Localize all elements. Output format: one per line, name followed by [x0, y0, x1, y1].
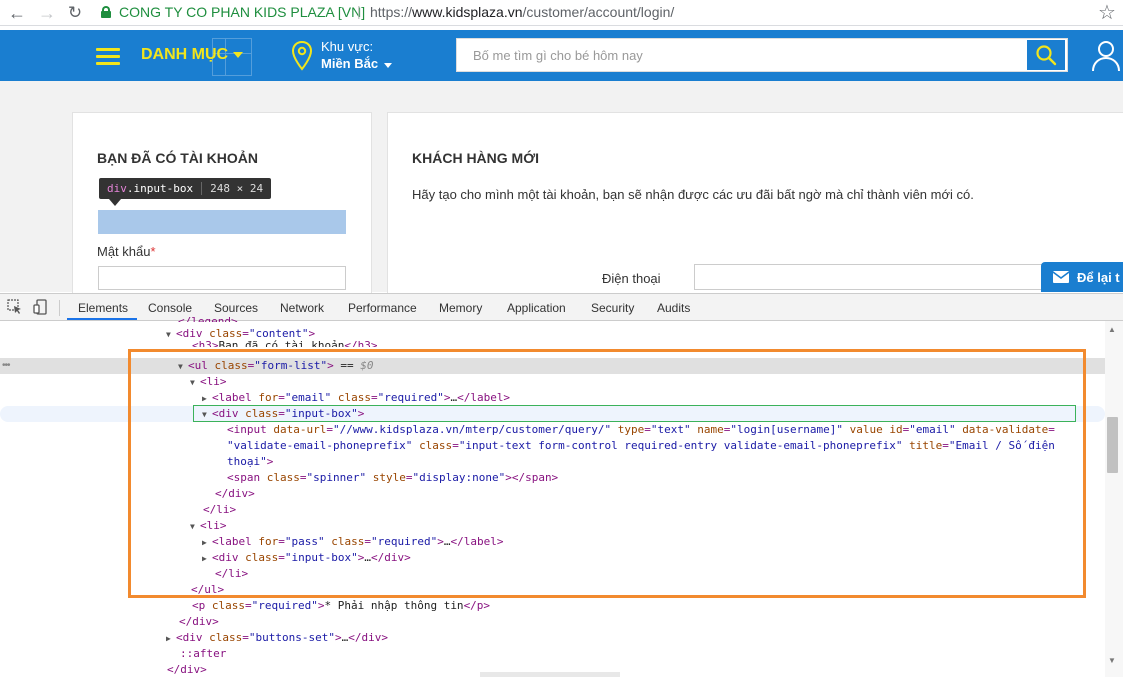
reload-icon[interactable]: ↻ [64, 2, 86, 24]
code-line[interactable]: </div> [179, 614, 219, 630]
url-host: www.kidsplaza.vn [412, 4, 523, 20]
forward-arrow-icon[interactable]: → [36, 2, 58, 24]
site-identity[interactable]: CONG TY CO PHAN KIDS PLAZA [VN] [119, 4, 365, 20]
feedback-button[interactable]: Để lại t [1041, 262, 1123, 292]
password-field[interactable] [98, 266, 346, 290]
login-title: BẠN ĐÃ CÓ TÀI KHOẢN [97, 150, 258, 166]
register-description: Hãy tạo cho mình một tài khoản, bạn sẽ n… [412, 187, 974, 202]
code-line[interactable]: <h3>Bạn đã có tài khoản</h3> [192, 338, 377, 347]
lock-icon[interactable] [101, 6, 111, 18]
hamburger-menu-icon[interactable] [96, 48, 120, 65]
back-arrow-icon[interactable]: ← [6, 2, 28, 24]
tab-security[interactable]: Security [591, 301, 634, 315]
tab-network[interactable]: Network [280, 301, 324, 315]
tab-elements[interactable]: Elements [78, 301, 128, 315]
region-label: Khu vực: [321, 39, 374, 54]
tab-console[interactable]: Console [148, 301, 192, 315]
feedback-label: Để lại t [1077, 269, 1120, 285]
tab-sources[interactable]: Sources [214, 301, 258, 315]
tab-performance[interactable]: Performance [348, 301, 417, 315]
site-header: DANH MỤC Khu vực: Miền Bắc [0, 30, 1123, 81]
horizontal-scroll-hint [480, 672, 620, 677]
search-input[interactable] [457, 39, 1025, 71]
tab-application[interactable]: Application [507, 301, 566, 315]
region-caret-icon[interactable] [384, 63, 392, 68]
url-field[interactable]: https://www.kidsplaza.vn/customer/accoun… [370, 4, 674, 20]
inspector-tooltip: div.input-box 248 × 24 [99, 178, 272, 199]
annotation-highlight [128, 349, 1086, 598]
url-path: /customer/account/login/ [522, 4, 675, 20]
code-line[interactable]: </div> [167, 662, 207, 678]
region-selector[interactable]: Miền Bắc [321, 56, 378, 71]
device-toolbar-icon[interactable] [33, 299, 49, 315]
url-scheme: https:// [370, 4, 413, 20]
code-line[interactable]: ::after [180, 646, 226, 662]
register-title: KHÁCH HÀNG MỚI [412, 150, 540, 166]
devtools-tabbar: Elements Console Sources Network Perform… [0, 294, 1123, 321]
envelope-icon [1053, 271, 1069, 283]
category-menu-label[interactable]: DANH MỤC [141, 46, 228, 64]
browser-address-bar: ← → ↻ CONG TY CO PHAN KIDS PLAZA [VN] | … [0, 0, 1123, 26]
tooltip-size: 248 × 24 [201, 182, 264, 195]
search-box [456, 38, 1068, 72]
toolbar-divider [59, 300, 60, 316]
code-line[interactable]: <p class="required">* Phải nhập thông ti… [192, 598, 490, 614]
scroll-up-arrow-icon[interactable]: ▲ [1108, 325, 1116, 334]
tooltip-class: .input-box [126, 182, 194, 195]
search-icon [1036, 45, 1057, 66]
devtools-scrollbar[interactable] [1105, 321, 1123, 677]
inspect-element-icon[interactable] [7, 299, 23, 315]
ellipsis-indicator: ••• [2, 360, 10, 371]
email-input-highlight[interactable] [98, 210, 346, 234]
password-label-text: Mật khẩu [97, 244, 151, 259]
phone-field[interactable] [694, 264, 1054, 290]
bookmark-star-icon[interactable]: ☆ [1098, 0, 1116, 25]
address-separator: | [357, 3, 361, 19]
scroll-thumb[interactable] [1107, 417, 1118, 473]
code-line: </legend> [178, 315, 238, 322]
tooltip-arrow [109, 199, 121, 206]
active-tab-indicator [67, 318, 137, 320]
required-mark: * [150, 244, 156, 259]
tab-audits[interactable]: Audits [657, 301, 690, 315]
tab-memory[interactable]: Memory [439, 301, 482, 315]
location-pin-icon[interactable] [291, 41, 313, 71]
category-caret-icon[interactable] [233, 52, 243, 58]
scroll-down-arrow-icon[interactable]: ▼ [1108, 656, 1116, 665]
code-line[interactable]: ▶ <div class="buttons-set">…</div> [166, 630, 388, 646]
tooltip-tag: div [107, 182, 127, 195]
phone-label: Điện thoại [602, 271, 661, 286]
search-button[interactable] [1027, 40, 1065, 70]
password-label: Mật khẩu* [97, 244, 156, 259]
user-account-icon[interactable] [1090, 39, 1122, 73]
